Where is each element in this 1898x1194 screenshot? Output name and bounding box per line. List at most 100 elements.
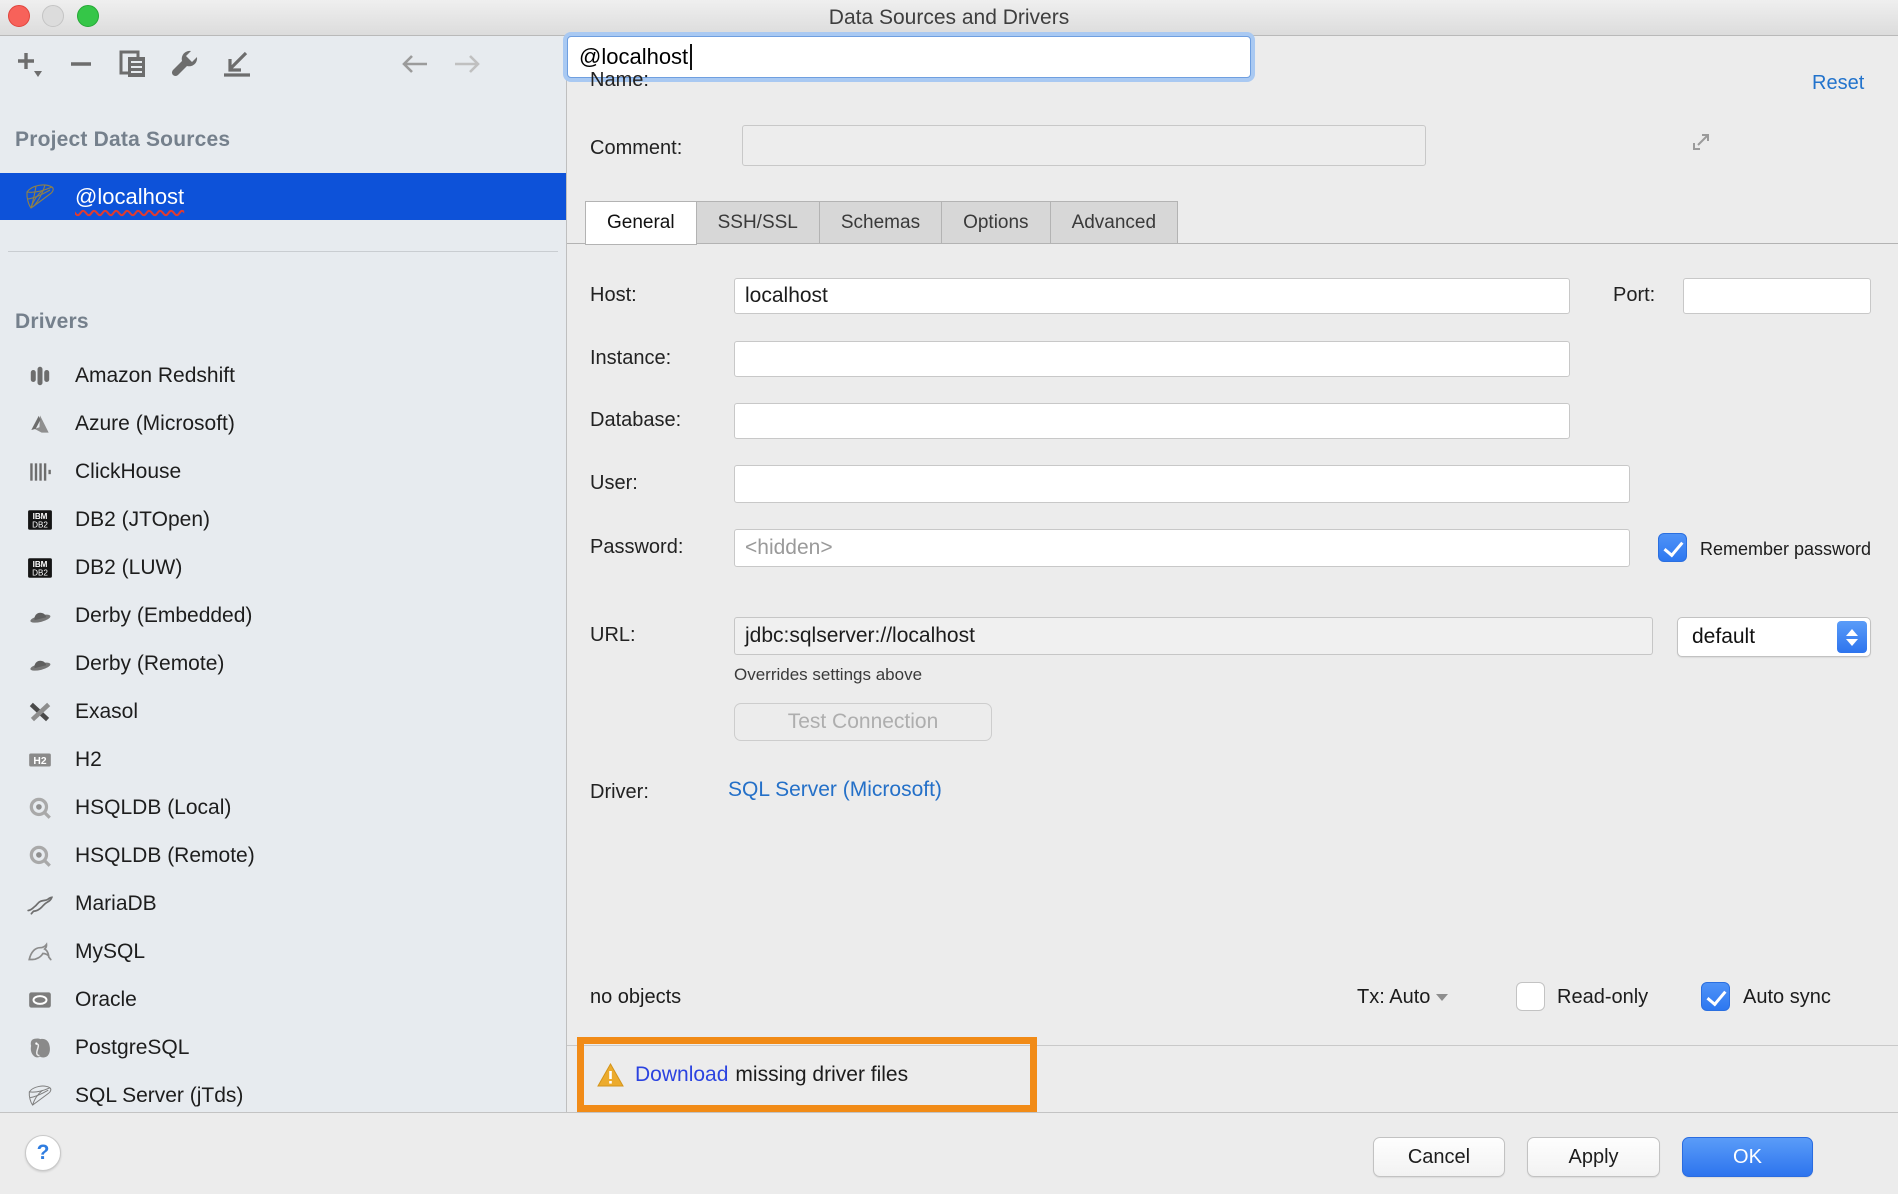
mysql-icon [26,938,54,966]
expand-icon[interactable] [1690,131,1712,153]
remember-password-checkbox[interactable] [1658,533,1687,562]
url-preset-dropdown[interactable]: default [1677,617,1871,657]
dialog-footer: ? Cancel Apply OK [0,1112,1898,1194]
driver-item-db2-jtopen[interactable]: IBMDB2DB2 (JTOpen) [0,496,567,544]
add-icon[interactable] [14,49,44,79]
driver-item-sql-server-jtds[interactable]: SQL Server (jTds) [0,1072,567,1112]
user-input[interactable] [734,465,1630,503]
back-arrow-icon[interactable] [400,49,430,79]
remove-icon[interactable] [66,49,96,79]
settings-tabs: GeneralSSH/SSLSchemasOptionsAdvanced [585,201,1178,245]
redshift-icon [26,362,54,390]
comment-label: Comment: [590,137,682,160]
help-button[interactable]: ? [25,1135,61,1171]
hsqldb-icon [26,794,54,822]
ok-button[interactable]: OK [1682,1137,1813,1177]
driver-item-label: Exasol [75,700,138,724]
svg-text:H2: H2 [33,756,46,767]
azure-icon [26,410,54,438]
name-label: Name: [590,69,649,92]
driver-item-clickhouse[interactable]: ClickHouse [0,448,567,496]
driver-item-label: HSQLDB (Remote) [75,844,255,868]
remember-password-label: Remember password [1700,539,1871,560]
title-bar: Data Sources and Drivers [0,0,1898,36]
comment-input[interactable] [742,125,1426,166]
tab-options[interactable]: Options [942,201,1050,244]
window-title: Data Sources and Drivers [0,0,1898,35]
host-label: Host: [590,284,637,307]
driver-item-h2[interactable]: H2 H2 [0,736,567,784]
mariadb-icon [26,890,54,918]
driver-item-azure-microsoft[interactable]: Azure (Microsoft) [0,400,567,448]
driver-item-derby-remote[interactable]: Derby (Remote) [0,640,567,688]
url-input[interactable]: jdbc:sqlserver://localhost [734,617,1653,655]
h2-icon: H2 [26,746,54,774]
driver-item-label: MySQL [75,940,145,964]
url-label: URL: [590,624,636,647]
test-connection-button: Test Connection [734,703,992,741]
import-icon[interactable] [222,49,252,79]
driver-item-label: Azure (Microsoft) [75,412,235,436]
instance-input[interactable] [734,341,1570,377]
sidebar: Project Data Sources @localhost Drivers … [0,36,567,1112]
forward-arrow-icon[interactable] [452,49,482,79]
zoom-window-button[interactable] [77,5,99,27]
download-highlight-box: Download missing driver files [577,1037,1037,1112]
apply-button[interactable]: Apply [1527,1137,1660,1177]
tx-dropdown[interactable]: Tx: Auto [1357,986,1448,1009]
data-sources-dialog: Data Sources and Drivers Project Data So… [0,0,1898,1194]
driver-item-label: ClickHouse [75,460,181,484]
driver-item-oracle[interactable]: Oracle [0,976,567,1024]
tab-general[interactable]: General [585,201,697,245]
derby-icon [26,650,54,678]
cancel-button[interactable]: Cancel [1373,1137,1505,1177]
database-label: Database: [590,409,681,432]
svg-text:DB2: DB2 [32,569,48,578]
wrench-icon[interactable] [170,49,200,79]
tab-advanced[interactable]: Advanced [1051,201,1179,244]
tab-ssh-ssl[interactable]: SSH/SSL [697,201,820,244]
oracle-icon [26,986,54,1014]
driver-item-label: Oracle [75,988,137,1012]
reset-link[interactable]: Reset [1812,72,1864,95]
sqlserver-gray-icon [26,1082,54,1110]
download-link[interactable]: Download [635,1063,728,1087]
driver-item-exasol[interactable]: Exasol [0,688,567,736]
history-nav [400,48,482,80]
driver-item-db2-luw[interactable]: IBMDB2DB2 (LUW) [0,544,567,592]
url-hint: Overrides settings above [734,665,922,685]
sidebar-item-localhost[interactable]: @localhost [0,173,567,220]
driver-list: Amazon Redshift Azure (Microsoft) ClickHou… [0,352,567,1112]
driver-item-hsqldb-remote[interactable]: HSQLDB (Remote) [0,832,567,880]
auto-sync-label: Auto sync [1743,986,1831,1009]
driver-item-amazon-redshift[interactable]: Amazon Redshift [0,352,567,400]
port-label: Port: [1613,284,1655,307]
derby-icon [26,602,54,630]
close-window-button[interactable] [8,5,30,27]
driver-item-label: H2 [75,748,102,772]
driver-item-hsqldb-local[interactable]: HSQLDB (Local) [0,784,567,832]
read-only-label: Read-only [1557,986,1648,1009]
driver-item-postgresql[interactable]: PostgreSQL [0,1024,567,1072]
objects-status: no objects [590,986,681,1009]
duplicate-icon[interactable] [118,49,148,79]
driver-item-label: HSQLDB (Local) [75,796,231,820]
url-preset-value: default [1692,625,1755,649]
svg-text:IBM: IBM [33,560,48,569]
host-input[interactable] [734,278,1570,314]
password-input[interactable] [734,529,1630,567]
driver-link[interactable]: SQL Server (Microsoft) [728,778,942,802]
port-input[interactable] [1683,278,1871,314]
sqlserver-icon [23,180,57,214]
driver-item-mariadb[interactable]: MariaDB [0,880,567,928]
read-only-checkbox[interactable] [1516,982,1545,1011]
sidebar-divider [8,251,558,252]
text-caret [690,44,692,70]
name-input[interactable]: @localhost [567,36,1251,78]
database-input[interactable] [734,403,1570,439]
project-data-sources-header: Project Data Sources [15,128,230,152]
tab-schemas[interactable]: Schemas [820,201,942,244]
driver-item-derby-embedded[interactable]: Derby (Embedded) [0,592,567,640]
auto-sync-checkbox[interactable] [1701,982,1730,1011]
driver-item-mysql[interactable]: MySQL [0,928,567,976]
